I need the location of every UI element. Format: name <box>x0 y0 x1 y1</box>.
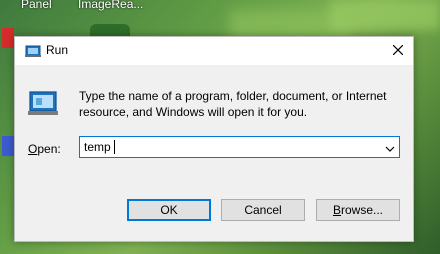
close-button[interactable] <box>383 37 413 65</box>
run-dialog: Run Type the name of a program, folder, … <box>14 36 414 242</box>
dialog-title: Run <box>46 43 69 57</box>
close-icon <box>392 42 404 60</box>
desktop-icon-label-imagereader[interactable]: ImageRea... <box>78 0 143 11</box>
ok-button[interactable]: OK <box>127 199 211 221</box>
open-input[interactable]: temp <box>84 140 111 154</box>
run-program-icon <box>27 89 59 122</box>
open-combobox[interactable]: temp <box>79 136 400 158</box>
run-icon <box>25 44 41 63</box>
desktop-app-icon[interactable] <box>2 28 14 48</box>
desktop-icon-label-panel[interactable]: Panel <box>21 0 52 11</box>
cancel-button[interactable]: Cancel <box>221 199 305 221</box>
browse-button[interactable]: Browse... <box>316 199 400 221</box>
title-bar[interactable]: Run <box>15 37 413 65</box>
dialog-description: Type the name of a program, folder, docu… <box>79 89 387 119</box>
text-caret <box>114 140 115 154</box>
desktop-app-icon[interactable] <box>2 136 14 156</box>
open-label: Open: <box>28 142 61 156</box>
chevron-down-icon[interactable] <box>385 141 395 159</box>
